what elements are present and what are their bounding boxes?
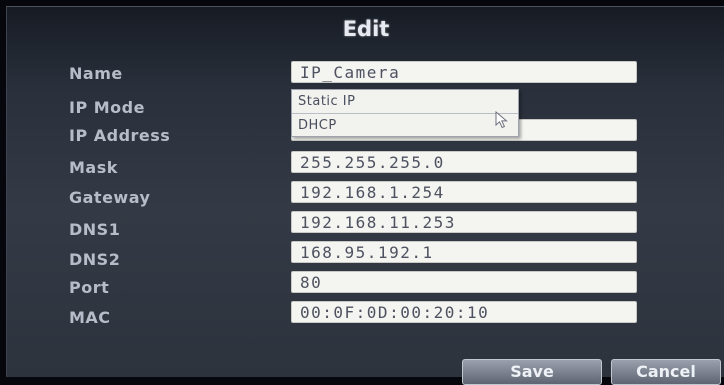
cancel-button[interactable]: Cancel xyxy=(611,359,721,385)
gateway-label: Gateway xyxy=(69,188,151,207)
mac-label: MAC xyxy=(69,308,111,327)
edit-dialog: Edit Name IP Mode IP Address Mask Gatewa… xyxy=(6,6,724,385)
save-button[interactable]: Save xyxy=(462,359,602,385)
dns1-input[interactable]: 192.168.11.253 xyxy=(291,211,637,233)
mask-input[interactable]: 255.255.255.0 xyxy=(291,151,637,173)
port-label: Port xyxy=(69,278,110,297)
dns2-input[interactable]: 168.95.192.1 xyxy=(291,241,637,263)
ip-mode-option-dhcp[interactable]: DHCP xyxy=(292,114,518,137)
ip-mode-label: IP Mode xyxy=(69,98,145,117)
name-label: Name xyxy=(69,64,123,83)
mac-input[interactable]: 00:0F:0D:00:20:10 xyxy=(291,301,637,323)
mask-label: Mask xyxy=(69,158,118,177)
gateway-input[interactable]: 192.168.1.254 xyxy=(291,181,637,203)
port-input[interactable]: 80 xyxy=(291,271,637,293)
name-input[interactable]: IP_Camera xyxy=(291,61,637,83)
ip-address-label: IP Address xyxy=(69,126,171,145)
dialog-title: Edit xyxy=(342,17,390,41)
dns1-label: DNS1 xyxy=(69,220,121,239)
dns2-label: DNS2 xyxy=(69,250,121,269)
ip-mode-option-static[interactable]: Static IP xyxy=(292,90,518,114)
ip-mode-dropdown[interactable]: Static IP DHCP xyxy=(291,89,519,137)
mouse-pointer-icon xyxy=(495,111,508,129)
